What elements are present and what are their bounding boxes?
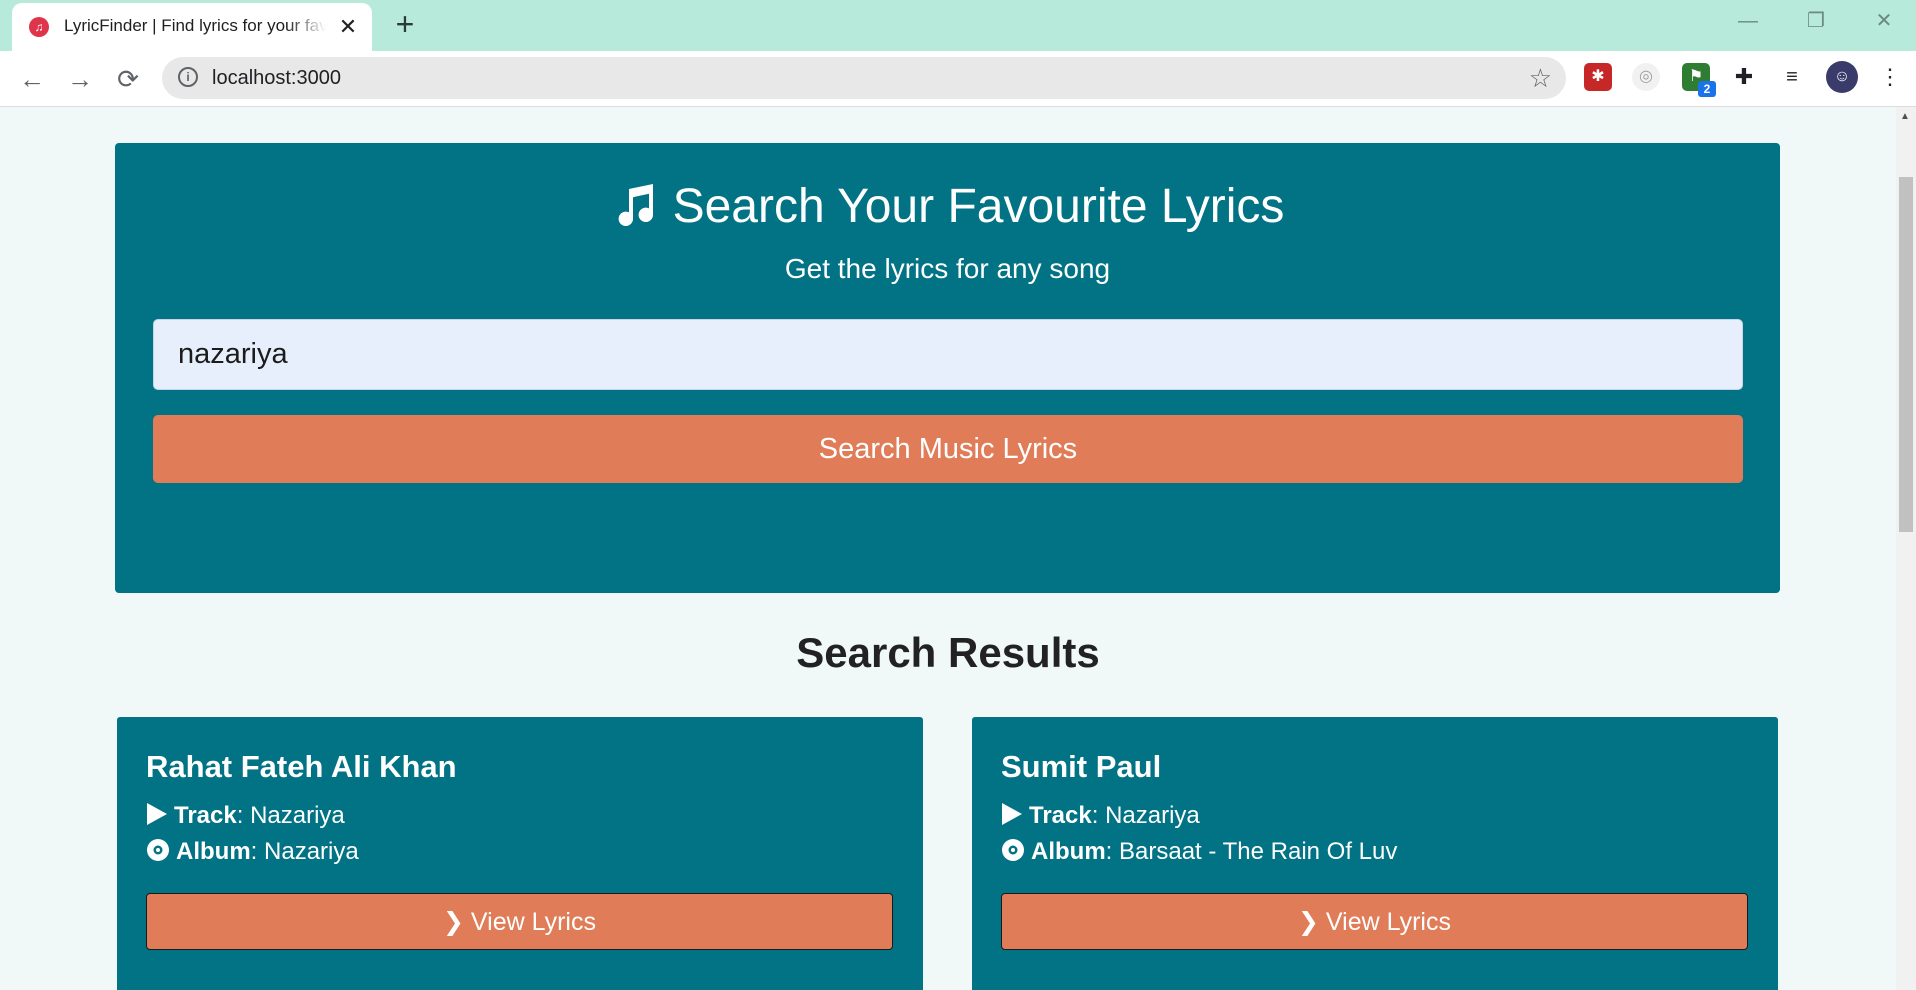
album-value: Nazariya	[264, 838, 359, 865]
track-label: Track	[1029, 802, 1092, 829]
bookmark-star-icon[interactable]: ☆	[1529, 63, 1552, 94]
minimize-window-button[interactable]: —	[1726, 6, 1770, 36]
track-line: Track: Nazariya	[1001, 802, 1200, 830]
tab-strip: ♫ LyricFinder | Find lyrics for your fav…	[0, 0, 1916, 51]
album-line: Album: Barsaat - The Rain Of Luv	[1001, 838, 1397, 866]
reload-icon[interactable]: ⟳	[110, 61, 146, 97]
track-label: Track	[174, 802, 237, 829]
restore-window-button[interactable]: ❐	[1794, 6, 1838, 36]
hero-title-wrap: Search Your Favourite Lyrics	[115, 179, 1780, 234]
album-label: Album	[176, 838, 251, 865]
page-scrollbar[interactable]: ▲	[1896, 107, 1916, 990]
result-card: Rahat Fateh Ali Khan Track: Nazariya Alb…	[117, 717, 923, 990]
page-subtitle: Get the lyrics for any song	[784, 253, 1111, 284]
tab-title: LyricFinder | Find lyrics for your favou…	[64, 16, 326, 35]
song-search-input[interactable]	[153, 319, 1743, 390]
album-line: Album: Nazariya	[146, 838, 359, 866]
music-note-icon	[618, 184, 653, 227]
scrollbar-thumb[interactable]	[1899, 177, 1913, 532]
track-value: Nazariya	[1105, 802, 1200, 829]
new-tab-button[interactable]: +	[390, 8, 420, 40]
page-title: Search Your Favourite Lyrics	[672, 180, 1285, 233]
scroll-up-arrow-icon[interactable]: ▲	[1900, 111, 1910, 122]
view-lyrics-label: View Lyrics	[1325, 907, 1451, 936]
album-value: Barsaat - The Rain Of Luv	[1119, 838, 1398, 865]
music-favicon-icon: ♫	[29, 17, 49, 37]
page-viewport: Search Your Favourite Lyrics Get the lyr…	[0, 107, 1896, 990]
ext-badge: 2	[1698, 81, 1716, 97]
forward-arrow-icon[interactable]: →	[62, 61, 98, 97]
media-queue-icon[interactable]: ≡	[1778, 63, 1806, 91]
search-lyrics-button[interactable]: Search Music Lyrics	[153, 415, 1743, 483]
play-icon	[1002, 803, 1022, 825]
browser-tab[interactable]: ♫ LyricFinder | Find lyrics for your fav…	[12, 3, 372, 51]
artist-name: Sumit Paul	[1001, 749, 1162, 784]
close-tab-icon[interactable]: ✕	[334, 13, 362, 41]
ext-flag-icon[interactable]: ⚑ 2	[1682, 63, 1716, 97]
close-window-button[interactable]: ✕	[1862, 6, 1906, 36]
browser-menu-icon[interactable]: ⋮	[1876, 63, 1904, 91]
track-line: Track: Nazariya	[146, 802, 345, 830]
artist-name: Rahat Fateh Ali Khan	[146, 749, 457, 784]
browser-toolbar: ← → ⟳ i localhost:3000 ☆ ✱ ◎ ⚑ 2 ✚ ≡ ☺ ⋮	[0, 51, 1916, 107]
puzzle-icon[interactable]: ✚	[1730, 63, 1758, 91]
ext-target-icon[interactable]: ◎	[1632, 63, 1660, 91]
disc-icon	[1002, 839, 1024, 861]
view-lyrics-button[interactable]: ❯ View Lyrics	[146, 893, 893, 950]
profile-avatar[interactable]: ☺	[1826, 61, 1858, 93]
chevron-right-icon: ❯	[1298, 907, 1319, 936]
address-bar[interactable]: i localhost:3000 ☆	[162, 57, 1566, 99]
ext-red-icon[interactable]: ✱	[1584, 63, 1612, 91]
results-heading: Search Results	[796, 629, 1100, 676]
result-card: Sumit Paul Track: Nazariya Album: Barsaa…	[972, 717, 1778, 990]
disc-icon	[147, 839, 169, 861]
search-hero: Search Your Favourite Lyrics Get the lyr…	[115, 143, 1780, 593]
view-lyrics-label: View Lyrics	[470, 907, 596, 936]
url-text[interactable]: localhost:3000	[212, 67, 341, 90]
chevron-right-icon: ❯	[443, 907, 464, 936]
play-icon	[147, 803, 167, 825]
view-lyrics-button[interactable]: ❯ View Lyrics	[1001, 893, 1748, 950]
site-info-icon[interactable]: i	[178, 67, 198, 87]
back-arrow-icon[interactable]: ←	[14, 61, 50, 97]
album-label: Album	[1031, 838, 1106, 865]
track-value: Nazariya	[250, 802, 345, 829]
